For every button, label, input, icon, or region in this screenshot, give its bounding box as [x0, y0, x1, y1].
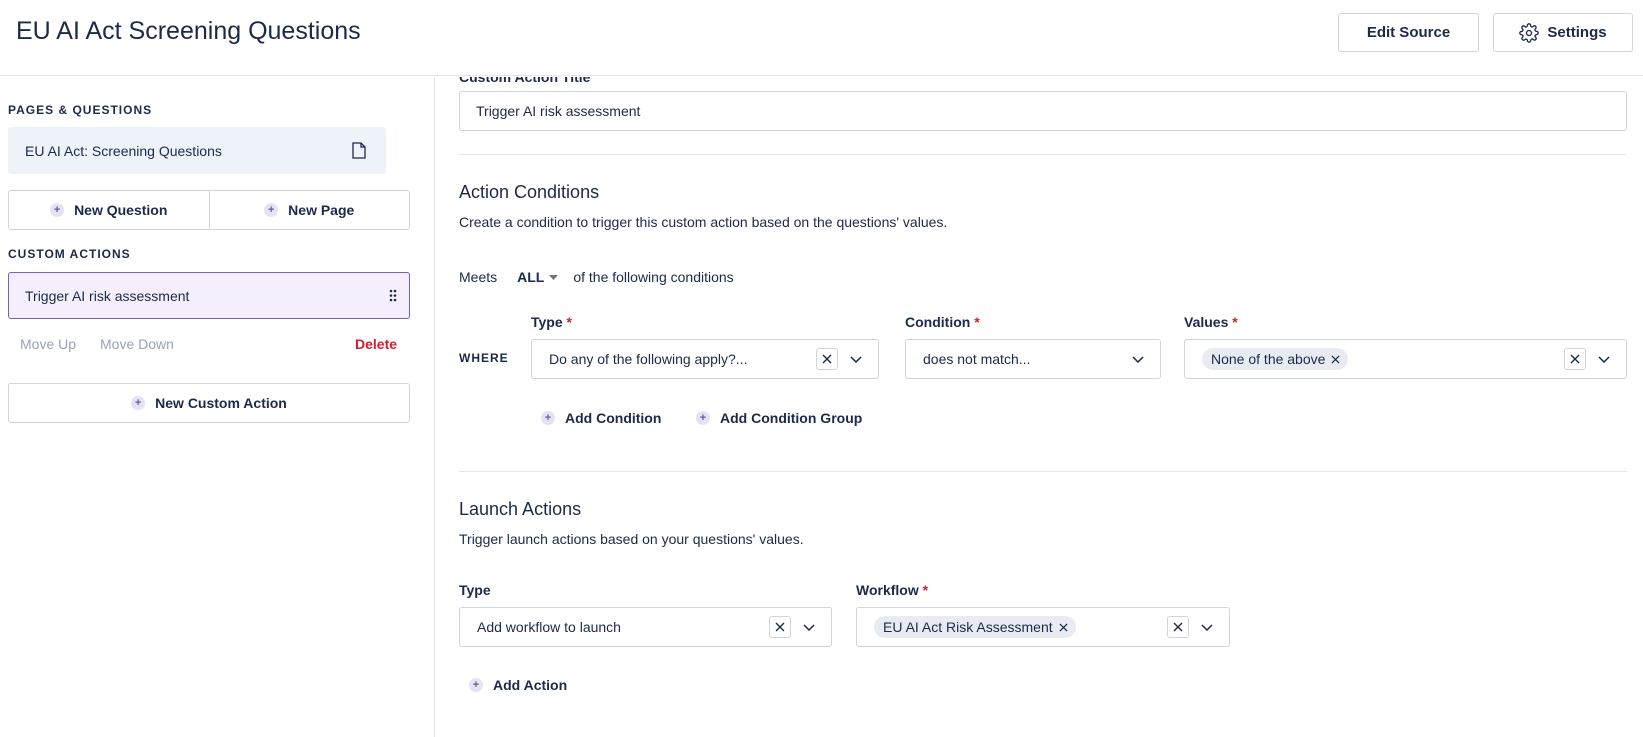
workflow-select[interactable]: EU AI Act Risk Assessment	[856, 607, 1230, 647]
add-action-button[interactable]: + Add Action	[469, 677, 567, 693]
launch-actions-heading: Launch Actions	[459, 499, 582, 519]
edit-source-button[interactable]: Edit Source	[1338, 13, 1479, 52]
condition-select[interactable]: does not match...	[905, 339, 1161, 379]
page-item-label: EU AI Act: Screening Questions	[25, 142, 222, 159]
where-label: WHERE	[459, 351, 509, 365]
chevron-down-icon[interactable]	[1199, 619, 1215, 635]
plus-circle-icon: +	[264, 203, 279, 217]
add-condition-button[interactable]: + Add Condition	[541, 410, 661, 426]
document-icon	[352, 142, 366, 162]
clear-icon[interactable]	[769, 616, 791, 638]
new-custom-action-label: New Custom Action	[155, 395, 287, 411]
add-buttons-group: + New Question + New Page	[8, 190, 410, 230]
values-chip-label: None of the above	[1211, 351, 1326, 367]
workflow-chip: EU AI Act Risk Assessment	[874, 616, 1076, 638]
action-conditions-description: Create a condition to trigger this custo…	[459, 214, 948, 230]
clear-icon[interactable]	[1564, 348, 1586, 370]
plus-circle-icon: +	[696, 411, 710, 425]
chevron-down-icon[interactable]	[801, 619, 817, 635]
condition-field-label: Condition *	[905, 314, 980, 330]
caret-down-icon	[549, 274, 559, 280]
clear-icon[interactable]	[1167, 616, 1189, 638]
workflow-chip-container: EU AI Act Risk Assessment	[874, 616, 1167, 638]
values-field-label: Values *	[1184, 314, 1238, 330]
new-question-button[interactable]: + New Question	[9, 191, 209, 229]
add-condition-group-button[interactable]: + Add Condition Group	[696, 410, 862, 426]
chevron-down-icon[interactable]	[1130, 351, 1146, 367]
plus-circle-icon: +	[541, 411, 555, 425]
drag-handle-icon[interactable]	[389, 289, 397, 305]
launch-type-select[interactable]: Add workflow to launch	[459, 607, 832, 647]
chevron-down-icon[interactable]	[1596, 351, 1612, 367]
type-select-value: Do any of the following apply?...	[549, 351, 748, 367]
add-condition-label: Add Condition	[565, 410, 662, 426]
move-up-button[interactable]: Move Up	[20, 336, 76, 352]
page-item-screening-questions[interactable]: EU AI Act: Screening Questions	[8, 127, 386, 174]
meets-dropdown[interactable]: ALL	[517, 269, 559, 285]
main-panel: Custom Action Title Action Conditions Cr…	[436, 77, 1643, 737]
condition-select-value: does not match...	[923, 351, 1031, 367]
add-action-label: Add Action	[493, 677, 568, 693]
divider	[459, 471, 1627, 472]
values-chip-container: None of the above	[1202, 348, 1564, 370]
workflow-chip-label: EU AI Act Risk Assessment	[883, 619, 1053, 635]
sidebar: PAGES & QUESTIONS EU AI Act: Screening Q…	[0, 77, 435, 737]
settings-label: Settings	[1547, 24, 1607, 41]
header: EU AI Act Screening Questions Edit Sourc…	[0, 0, 1643, 76]
launch-type-field-label: Type	[459, 582, 491, 598]
gear-icon	[1519, 22, 1540, 43]
new-page-button[interactable]: + New Page	[208, 191, 410, 229]
meets-row: Meets ALL of the following conditions	[459, 269, 734, 285]
title-field-label: Custom Action Title	[459, 77, 591, 85]
meets-label: Meets	[459, 269, 498, 285]
workflow-field-label: Workflow *	[856, 582, 929, 598]
values-chip: None of the above	[1202, 348, 1349, 370]
new-question-label: New Question	[74, 202, 168, 218]
chevron-down-icon[interactable]	[848, 351, 864, 367]
type-field-label: Type *	[531, 314, 572, 330]
meets-value: ALL	[517, 269, 545, 285]
meets-suffix: of the following conditions	[573, 269, 734, 285]
chip-remove-icon[interactable]	[1331, 354, 1340, 364]
launch-actions-description: Trigger launch actions based on your que…	[459, 531, 804, 547]
new-custom-action-button[interactable]: + New Custom Action	[8, 383, 410, 423]
type-select[interactable]: Do any of the following apply?...	[531, 339, 879, 379]
plus-circle-icon: +	[131, 396, 146, 410]
custom-action-title-input[interactable]	[459, 91, 1627, 131]
values-select[interactable]: None of the above	[1184, 339, 1627, 379]
launch-type-select-value: Add workflow to launch	[477, 619, 621, 635]
settings-button[interactable]: Settings	[1493, 13, 1633, 52]
custom-action-item[interactable]: Trigger AI risk assessment	[8, 272, 410, 319]
custom-actions-section-label: CUSTOM ACTIONS	[8, 247, 131, 261]
new-page-label: New Page	[288, 202, 355, 218]
action-conditions-heading: Action Conditions	[459, 182, 600, 202]
divider	[459, 154, 1627, 155]
pages-section-label: PAGES & QUESTIONS	[8, 103, 153, 117]
plus-circle-icon: +	[50, 203, 65, 217]
plus-circle-icon: +	[469, 678, 483, 692]
clear-icon[interactable]	[816, 348, 838, 370]
page-title: EU AI Act Screening Questions	[16, 17, 361, 45]
add-condition-group-label: Add Condition Group	[720, 410, 863, 426]
delete-button[interactable]: Delete	[355, 336, 397, 352]
move-down-button[interactable]: Move Down	[100, 336, 174, 352]
chip-remove-icon[interactable]	[1059, 622, 1068, 632]
custom-action-label: Trigger AI risk assessment	[25, 287, 190, 304]
